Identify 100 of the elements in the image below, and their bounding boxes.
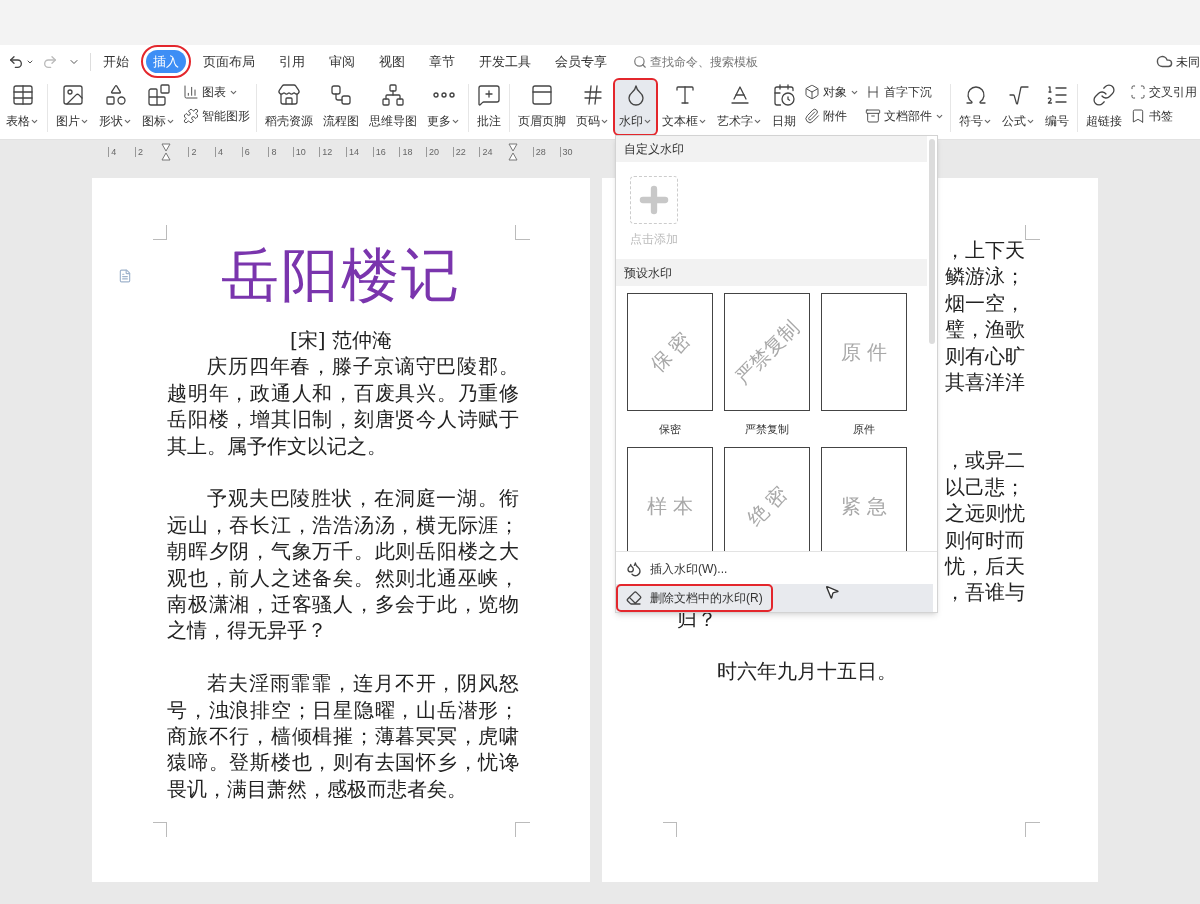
ruler-number: 6 <box>241 147 250 157</box>
date-line: 时六年九月十五日。 <box>717 658 897 685</box>
body-text-line: 忧，后天 <box>945 553 1025 580</box>
ribbon-small-button[interactable]: 附件 <box>804 107 859 125</box>
ribbon-tab[interactable]: 会员专享 <box>548 49 614 74</box>
body-paragraph: 若夫淫雨霏霏，连月不开，阴风怒号，浊浪排空；日星隐曜，山岳潜形；商旅不行，樯倾楫摧；薄暮冥冥，虎啸猿啼。登斯楼也，则有去国怀乡，忧谗畏讥，满目萧然，感极而悲者矣。 <box>167 670 519 803</box>
ribbon-button[interactable]: 稻壳资源 <box>261 80 317 134</box>
ribbon-small-button[interactable]: 文档部件 <box>865 107 944 125</box>
link-icon <box>1092 83 1116 107</box>
ribbon-button[interactable]: 文本框 <box>658 80 711 134</box>
search-icon <box>633 54 647 69</box>
bookmark-icon <box>1130 108 1146 124</box>
body-text-line: 则何时而 <box>945 526 1025 554</box>
ribbon-small-button[interactable]: 对象 <box>804 83 859 101</box>
ribbon-button[interactable]: 编号 <box>1041 80 1073 134</box>
header-icon <box>530 83 554 107</box>
ribbon-small-button[interactable]: 图表 <box>183 83 250 101</box>
paperclip-icon <box>804 108 820 124</box>
ribbon-button[interactable]: 流程图 <box>319 80 363 134</box>
crop-mark <box>1025 225 1040 240</box>
ruler-number: 4 <box>108 147 117 157</box>
ruler-number: 14 <box>346 147 360 157</box>
flowchart-icon <box>329 83 353 107</box>
body-text-line: 鳞游泳； <box>945 263 1025 290</box>
menu-item[interactable]: 插入水印(W)... <box>618 557 736 581</box>
ruler-number: 28 <box>532 147 546 157</box>
ruler-number: 8 <box>268 147 277 157</box>
body-text-line: ，吾谁与 <box>945 579 1025 606</box>
shapes-icon <box>103 83 128 107</box>
ruler-number: 20 <box>426 147 440 157</box>
document-title: 岳阳楼记 <box>221 244 461 306</box>
crop-mark <box>515 822 530 837</box>
ribbon-button[interactable]: 公式 <box>998 80 1039 134</box>
body-text-line: 其喜洋洋 <box>945 369 1025 396</box>
paragraph-layout-icon[interactable] <box>118 268 132 284</box>
ribbon-small-button[interactable]: 智能图形 <box>183 107 250 125</box>
section-header: 预设水印 <box>616 259 927 286</box>
ribbon-button[interactable]: 表格 <box>2 80 43 134</box>
ribbon-button[interactable]: 批注 <box>473 80 505 134</box>
blocks-icon <box>146 83 171 107</box>
more-icon <box>432 92 455 98</box>
ribbon-button[interactable]: 思维导图 <box>365 80 421 134</box>
preset-label: 严禁复制 <box>745 421 789 437</box>
undo-icon[interactable] <box>8 53 24 70</box>
watermark-icon <box>626 561 642 577</box>
ruler-number: 24 <box>479 147 493 157</box>
body-text-line: ，上下天 <box>945 237 1025 264</box>
ribbon-tab[interactable]: 视图 <box>372 49 412 74</box>
ribbon-button[interactable]: 水印 <box>615 80 656 134</box>
ribbon-tab[interactable]: 页面布局 <box>196 49 262 74</box>
ribbon-tab[interactable]: 开始 <box>96 49 136 74</box>
ribbon-button[interactable]: 形状 <box>95 80 136 134</box>
ribbon-button[interactable]: 超链接 <box>1082 80 1126 134</box>
ruler-number: 16 <box>372 147 386 157</box>
ribbon-button[interactable]: 日期 <box>768 80 800 134</box>
parts-icon <box>865 108 881 124</box>
ribbon-button[interactable]: 更多 <box>423 80 464 134</box>
ruler-number: 4 <box>215 147 224 157</box>
crop-mark <box>153 822 167 837</box>
ruler-number: 10 <box>292 147 306 157</box>
mind-map-icon <box>381 83 405 107</box>
ribbon-small-button[interactable]: 交叉引用 <box>1130 83 1197 101</box>
ribbon-button[interactable]: 艺术字 <box>713 80 766 134</box>
ruler-number: 2 <box>135 147 144 157</box>
crop-mark <box>153 225 167 240</box>
menu-item[interactable]: 删除文档中的水印(R) <box>618 586 771 610</box>
ribbon-tab[interactable]: 引用 <box>272 49 312 74</box>
section-header: 自定义水印 <box>616 136 927 162</box>
table-icon <box>10 83 35 107</box>
preset-watermark-text: 紧 急 <box>840 493 888 520</box>
mouse-pointer-icon <box>824 584 840 600</box>
preset-watermark-text: 样 本 <box>646 493 694 520</box>
cross-reference-icon <box>1130 84 1146 100</box>
ribbon-tab[interactable]: 章节 <box>422 49 462 74</box>
bar-chart-icon <box>183 84 199 100</box>
indent-marker-icon[interactable] <box>507 143 518 161</box>
ruler-number: 18 <box>399 147 413 157</box>
indent-marker-icon[interactable] <box>160 143 171 161</box>
ribbon-small-button[interactable]: 书签 <box>1130 107 1197 125</box>
author-line: [宋] 范仲淹 <box>289 327 393 354</box>
calendar-icon <box>772 83 796 107</box>
cloud-icon[interactable] <box>1156 53 1173 70</box>
preset-watermark-text: 绝 密 <box>741 480 793 533</box>
crop-mark <box>1025 822 1040 837</box>
crop-mark <box>515 225 530 240</box>
ribbon-small-button[interactable]: 首字下沉 <box>865 83 944 101</box>
search-field[interactable]: 查找命令、搜索模板 <box>629 52 784 71</box>
ruler-number: 2 <box>188 147 197 157</box>
ribbon-tab[interactable]: 审阅 <box>322 49 362 74</box>
ribbon-button[interactable]: 页眉页脚 <box>514 80 570 134</box>
ribbon-button[interactable]: 符号 <box>955 80 996 134</box>
body-paragraph: 予观夫巴陵胜状，在洞庭一湖。衔远山，吞长江，浩浩汤汤，横无际涯；朝晖夕阴，气象万千。此则岳阳楼之大观也，前人之述备矣。然则北通巫峡，南极潇湘，迁客骚人，多会于此，览物之情，得无异乎？ <box>167 485 519 644</box>
ribbon-button[interactable]: 图标 <box>138 80 179 134</box>
picture-icon <box>60 83 85 107</box>
ribbon-tab[interactable]: 开发工具 <box>472 49 538 74</box>
ribbon-button[interactable]: 图片 <box>52 80 93 134</box>
menu-scrollbar[interactable] <box>929 139 935 344</box>
ribbon-button[interactable]: 页码 <box>572 80 613 134</box>
body-text-line: 璧，渔歌 <box>945 316 1025 343</box>
sync-status[interactable]: 未同 <box>1176 52 1200 71</box>
